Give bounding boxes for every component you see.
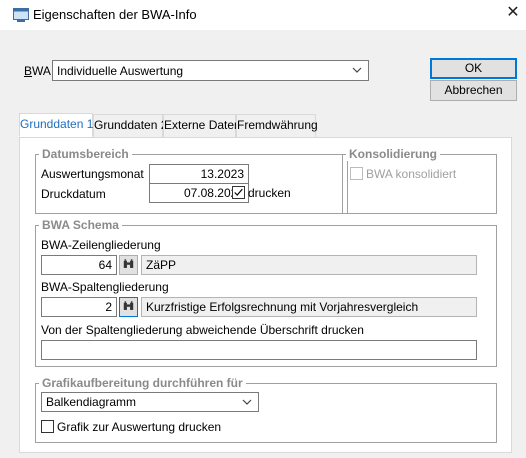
spaltengliederung-field[interactable]: 2	[41, 297, 117, 317]
tab-grunddaten-2[interactable]: Grunddaten 2	[93, 114, 167, 137]
spaltengliederung-name: Kurzfristige Erfolgsrechnung mit Vorjahr…	[141, 297, 477, 317]
datumsbereich-title: Datumsbereich	[39, 147, 132, 161]
bwa-label: BWA	[24, 64, 51, 78]
close-button[interactable]: ✕	[505, 5, 521, 21]
chevron-down-icon	[352, 67, 362, 73]
spaltengliederung-label: BWA-Spaltengliederung	[41, 280, 169, 294]
grafik-type-select[interactable]: Balkendiagramm	[41, 392, 259, 412]
ueberschrift-field[interactable]	[41, 340, 477, 360]
drucken-label: drucken	[248, 186, 291, 200]
grafik-drucken-label: Grafik zur Auswertung drucken	[57, 420, 222, 434]
konsolidierung-title: Konsolidierung	[346, 147, 440, 161]
druckdatum-label: Druckdatum	[41, 187, 106, 201]
grafik-title: Grafikaufbereitung durchführen für	[39, 376, 246, 390]
spaltengliederung-lookup-button[interactable]	[119, 297, 138, 317]
tab-grunddaten-1[interactable]: Grunddaten 1	[19, 113, 93, 137]
grafik-drucken-checkbox[interactable]	[41, 420, 54, 433]
tab-fremdwaehrung[interactable]: Fremdwährung	[236, 114, 318, 137]
chevron-down-icon	[242, 399, 252, 405]
zeilengliederung-lookup-button[interactable]	[119, 255, 138, 275]
auswertungsmonat-label: Auswertungsmonat	[41, 167, 144, 181]
bwa-konsolidiert-label: BWA konsolidiert	[366, 167, 457, 181]
ueberschrift-label: Von der Spaltengliederung abweichende Üb…	[41, 323, 364, 337]
bwa-schema-title: BWA Schema	[39, 218, 122, 232]
zeilengliederung-label: BWA-Zeilengliederung	[41, 238, 161, 252]
auswertungsmonat-field[interactable]: 13.2023	[149, 164, 249, 184]
check-icon	[234, 188, 243, 196]
konsolidierung-group	[342, 154, 497, 214]
bwa-konsolidiert-checkbox[interactable]	[350, 167, 363, 180]
tab-externe-daten[interactable]: Externe Daten	[163, 114, 241, 137]
drucken-checkbox[interactable]	[232, 186, 245, 199]
window-icon	[13, 8, 29, 22]
binoculars-icon	[123, 301, 134, 310]
tab-panel: Datumsbereich Auswertungsmonat 13.2023 D…	[19, 137, 512, 453]
bwa-select[interactable]: Individuelle Auswertung	[52, 60, 369, 81]
bwa-select-value: Individuelle Auswertung	[57, 64, 184, 78]
ok-button[interactable]: OK	[430, 58, 517, 79]
cancel-button[interactable]: Abbrechen	[430, 80, 517, 101]
window-title: Eigenschaften der BWA-Info	[33, 7, 197, 22]
binoculars-icon	[123, 259, 134, 268]
grafik-type-value: Balkendiagramm	[46, 395, 137, 409]
zeilengliederung-field[interactable]: 64	[41, 255, 117, 275]
zeilengliederung-name: ZäPP	[141, 255, 477, 275]
